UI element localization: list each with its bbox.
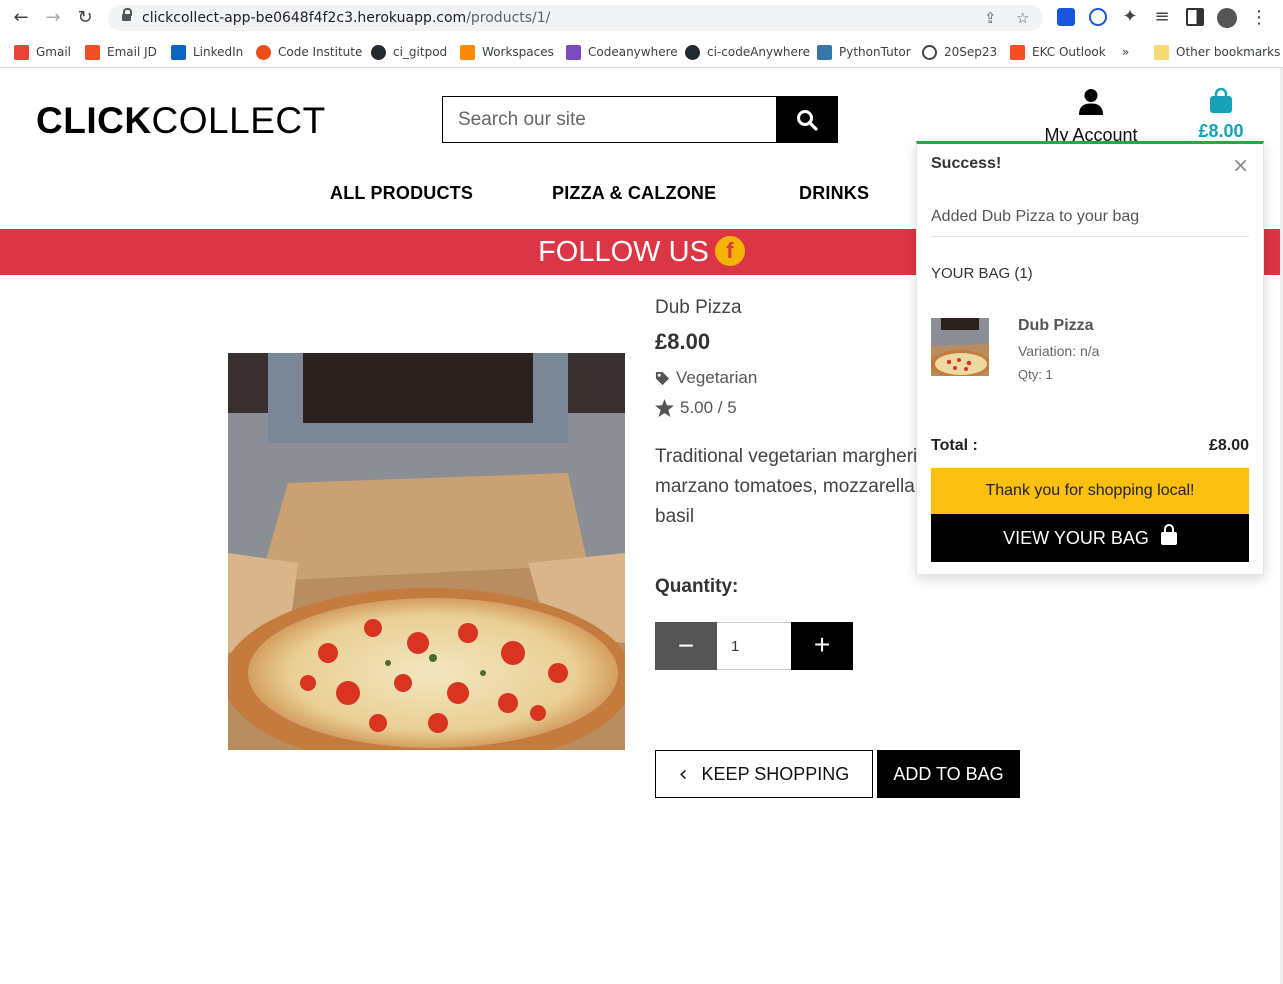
view-bag-button[interactable]: VIEW YOUR BAG — [931, 514, 1249, 562]
code-institute-icon — [256, 44, 271, 60]
other-bookmarks[interactable]: Other bookmarks — [1154, 42, 1280, 62]
microsoft-icon — [1010, 44, 1025, 60]
address-bar[interactable]: clickcollect-app-be0648f4f2c3.herokuapp.… — [108, 5, 1043, 31]
quantity-label: Quantity: — [655, 576, 739, 597]
python-icon — [817, 44, 832, 60]
bookmark[interactable]: LinkedIn — [171, 42, 243, 62]
bookmark[interactable]: ci-codeAnywhere — [685, 42, 810, 62]
product-image — [228, 353, 625, 750]
history-icon — [922, 44, 937, 60]
browser-toolbar: ← → ↻ clickcollect-app-be0648f4f2c3.hero… — [0, 0, 1283, 36]
toast-item-qty: Qty: 1 — [1018, 367, 1053, 382]
url-text: clickcollect-app-be0648f4f2c3.herokuapp.… — [142, 10, 551, 26]
decrement-quantity-button[interactable]: − — [655, 622, 717, 670]
bookmark[interactable]: Email JD — [85, 42, 157, 62]
shopping-bag-link[interactable]: £8.00 — [1196, 87, 1246, 142]
linkedin-icon — [171, 44, 186, 60]
bookmarks-bar: Gmail Email JD LinkedIn Code Institute c… — [0, 36, 1283, 68]
microsoft-icon — [85, 44, 100, 60]
toast-item-image — [931, 318, 989, 376]
extension-icon[interactable] — [1057, 8, 1075, 26]
divider — [931, 236, 1249, 237]
product-rating: 5.00 / 5 — [655, 398, 737, 418]
bookmark[interactable]: Workspaces — [460, 42, 554, 62]
bag-total: £8.00 — [1198, 121, 1244, 141]
rating-value: 5.00 / 5 — [680, 398, 737, 417]
plus-icon: + — [813, 629, 831, 660]
success-toast: Success! × Added Dub Pizza to your bag Y… — [916, 141, 1264, 575]
toast-title: Success! — [931, 155, 1002, 172]
description-line: marzano tomatoes, mozzarella — [655, 476, 915, 497]
search-icon — [797, 110, 818, 131]
back-icon[interactable]: ← — [10, 8, 32, 28]
lock-icon — [122, 8, 132, 23]
bookmark[interactable]: Codeanywhere — [566, 42, 678, 62]
forward-icon[interactable]: → — [42, 8, 64, 28]
user-icon — [1079, 89, 1103, 115]
product-name: Dub Pizza — [655, 297, 742, 318]
lock-icon — [1160, 524, 1177, 545]
share-icon[interactable]: ⇪ — [984, 9, 997, 27]
search-form — [442, 96, 838, 143]
bookmark[interactable]: 20Sep23 — [922, 42, 997, 62]
star-icon[interactable]: ☆ — [1016, 9, 1029, 27]
toast-bag-heading: YOUR BAG (1) — [931, 265, 1033, 282]
gmail-icon — [14, 44, 29, 60]
chevron-left-icon: ‹ — [678, 761, 688, 787]
bookmark[interactable]: PythonTutor — [817, 42, 911, 62]
toast-message: Added Dub Pizza to your bag — [931, 208, 1140, 225]
add-to-bag-button[interactable]: ADD TO BAG — [877, 750, 1020, 798]
toast-total-value: £8.00 — [1208, 437, 1249, 454]
puzzle-icon[interactable]: ✦ — [1119, 7, 1141, 27]
product-price: £8.00 — [655, 329, 711, 354]
description-line: basil — [655, 506, 695, 527]
product-description: Traditional vegetarian margherita marzan… — [655, 442, 917, 534]
bookmark[interactable]: Code Institute — [256, 42, 362, 62]
description-line: Traditional vegetarian margherita — [655, 446, 917, 467]
close-icon[interactable]: × — [1232, 153, 1249, 177]
toast-item-name: Dub Pizza — [1018, 317, 1094, 334]
star-icon — [655, 399, 674, 417]
extension-icon[interactable] — [1089, 8, 1107, 26]
nav-all-products[interactable]: ALL PRODUCTS — [330, 183, 473, 204]
category-label: Vegetarian — [676, 368, 758, 387]
bookmark[interactable]: Gmail — [14, 42, 71, 62]
view-bag-label: VIEW YOUR BAG — [1003, 528, 1149, 548]
shop-local-message: Thank you for shopping local! — [931, 468, 1249, 514]
github-icon — [371, 44, 386, 60]
codeanywhere-icon — [566, 44, 581, 60]
tag-icon — [655, 371, 670, 385]
product-category[interactable]: Vegetarian — [655, 368, 757, 388]
shopping-bag-icon — [1210, 87, 1232, 113]
nav-pizza-calzone[interactable]: PIZZA & CALZONE — [552, 183, 716, 204]
reload-icon[interactable]: ↻ — [74, 8, 96, 28]
toast-total-label: Total : — [931, 437, 978, 454]
nav-drinks[interactable]: DRINKS — [799, 183, 869, 204]
search-input[interactable] — [443, 97, 777, 142]
media-icon[interactable]: ≡ — [1151, 7, 1173, 27]
bookmark[interactable]: EKC Outlook — [1010, 42, 1106, 62]
increment-quantity-button[interactable]: + — [791, 622, 853, 670]
keep-shopping-label: KEEP SHOPPING — [701, 763, 850, 784]
keep-shopping-button[interactable]: ‹ KEEP SHOPPING — [655, 750, 873, 798]
quantity-input[interactable] — [717, 622, 791, 670]
my-account-link[interactable]: My Account — [1036, 88, 1146, 146]
follow-us-text: FOLLOW US — [538, 236, 709, 268]
gitpod-icon — [460, 44, 475, 60]
folder-icon — [1154, 44, 1169, 60]
avatar[interactable] — [1217, 8, 1237, 28]
toast-item-variation: Variation: n/a — [1018, 343, 1100, 359]
github-icon — [685, 44, 700, 60]
sidepanel-icon[interactable] — [1186, 8, 1204, 26]
site-logo[interactable]: CLICKCOLLECT — [36, 100, 326, 142]
bookmark[interactable]: ci_gitpod — [371, 42, 447, 62]
search-button[interactable] — [776, 97, 837, 142]
minus-icon: − — [677, 630, 695, 661]
facebook-icon: f — [714, 236, 745, 266]
menu-icon[interactable]: ⋮ — [1248, 8, 1270, 28]
bookmarks-overflow[interactable]: » — [1122, 42, 1129, 62]
